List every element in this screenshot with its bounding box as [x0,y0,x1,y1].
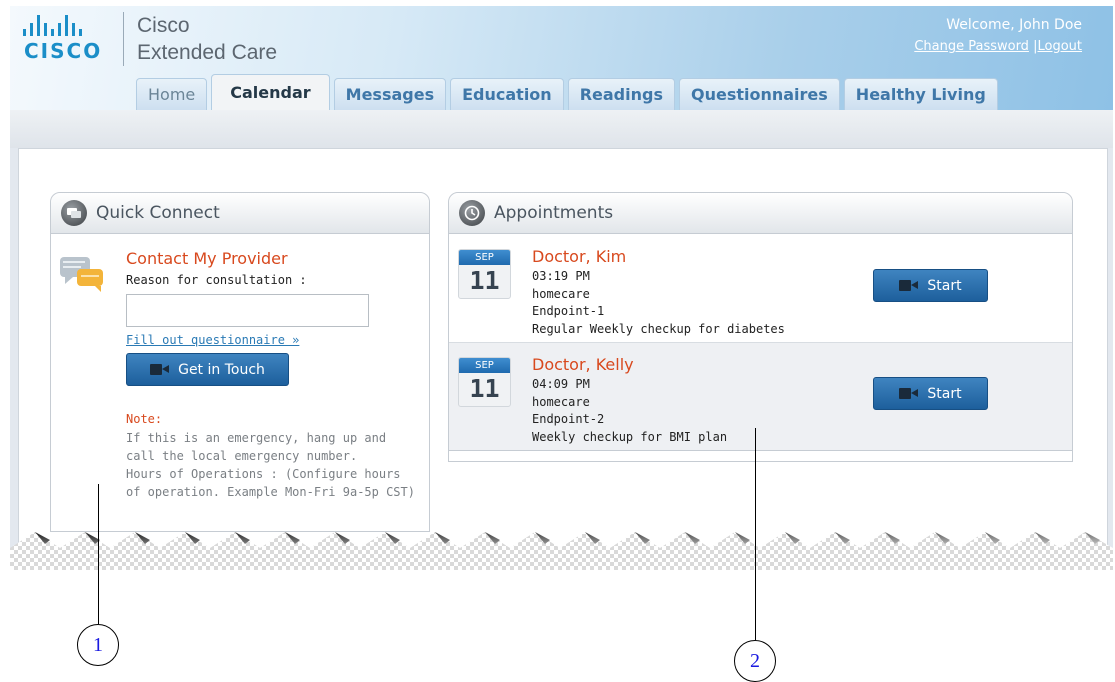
questionnaire-link[interactable]: Fill out questionnaire » [126,333,299,347]
callout-line-2 [755,428,756,640]
quick-connect-panel: Quick Connect Contact My Provider Reason… [50,192,430,532]
date-month: SEP [459,250,510,265]
product-line-1: Cisco [137,14,190,37]
app-header: CISCO Cisco Extended Care Welcome, John … [10,6,1113,110]
sub-toolbar [10,110,1113,148]
tab-questionnaires[interactable]: Questionnaires [678,78,840,110]
get-in-touch-button[interactable]: Get in Touch [126,353,289,386]
tab-readings[interactable]: Readings [567,78,675,110]
torn-edge-decoration [10,532,1113,570]
appointment-time: 03:19 PM [532,269,590,283]
video-camera-icon [899,280,919,291]
appointment-endpoint: Endpoint-1 [532,304,605,318]
appointment-description: Regular Weekly checkup for diabetes [532,322,785,336]
quick-connect-header: Quick Connect [51,193,429,234]
quick-connect-title: Quick Connect [96,203,220,223]
tab-education[interactable]: Education [450,78,564,110]
welcome-text: Welcome, John Doe [946,17,1082,33]
start-button[interactable]: Start [873,377,988,410]
cisco-logo-icon [23,15,82,36]
logo-divider [123,12,124,66]
tab-home[interactable]: Home [136,78,208,110]
date-day: 11 [469,374,500,403]
user-links: Change Password |Logout [914,39,1082,54]
appointment-location: homecare [532,287,590,301]
callout-line-1 [98,484,99,624]
contact-provider-title: Contact My Provider [126,249,288,268]
quick-connect-icon [61,200,87,226]
date-month: SEP [459,358,510,373]
emergency-note: If this is an emergency, hang up and cal… [126,431,387,463]
date-day: 11 [469,266,500,295]
reason-input[interactable] [126,294,369,327]
callout-1: 1 [77,624,119,666]
appointments-title: Appointments [494,203,614,223]
appointment-time: 04:09 PM [532,377,590,391]
extended-care-window: CISCO Cisco Extended Care Welcome, John … [10,6,1113,570]
chat-bubbles-icon [59,255,107,299]
video-camera-icon [150,364,170,375]
main-tabs: Home Calendar Messages Education Reading… [136,74,998,110]
reason-label: Reason for consultation : [126,273,307,287]
appointment-row: SEP 11 Doctor, Kim 03:19 PM homecare End… [449,235,1072,343]
product-line-2: Extended Care [137,41,278,64]
product-name: Cisco Extended Care [137,12,277,66]
hours-note: Hours of Operations : (Configure hours o… [126,467,415,499]
clock-icon [459,200,485,226]
tab-healthy-living[interactable]: Healthy Living [843,78,998,110]
doctor-name: Doctor, Kelly [532,355,634,374]
tab-messages[interactable]: Messages [333,78,447,110]
cisco-logo-text: CISCO [24,39,103,63]
get-in-touch-label: Get in Touch [178,361,265,378]
tab-calendar[interactable]: Calendar [211,74,330,110]
change-password-link[interactable]: Change Password [914,39,1029,54]
start-label: Start [927,277,962,294]
calendar-date-icon: SEP 11 [458,249,511,299]
callout-2: 2 [734,640,776,682]
appointment-endpoint: Endpoint-2 [532,412,605,426]
doctor-name: Doctor, Kim [532,247,627,266]
note-text: If this is an emergency, hang up and cal… [126,429,421,501]
logout-link[interactable]: Logout [1037,39,1082,54]
appointments-header: Appointments [449,193,1072,234]
calendar-date-icon: SEP 11 [458,357,511,407]
start-label: Start [927,385,962,402]
appointment-row: SEP 11 Doctor, Kelly 04:09 PM homecare E… [449,343,1072,451]
start-button[interactable]: Start [873,269,988,302]
note-label: Note: [126,412,163,426]
appointment-location: homecare [532,395,590,409]
appointment-description: Weekly checkup for BMI plan [532,430,728,444]
video-camera-icon [899,388,919,399]
appointments-panel: Appointments SEP 11 Doctor, Kim 03:19 PM… [448,192,1073,462]
